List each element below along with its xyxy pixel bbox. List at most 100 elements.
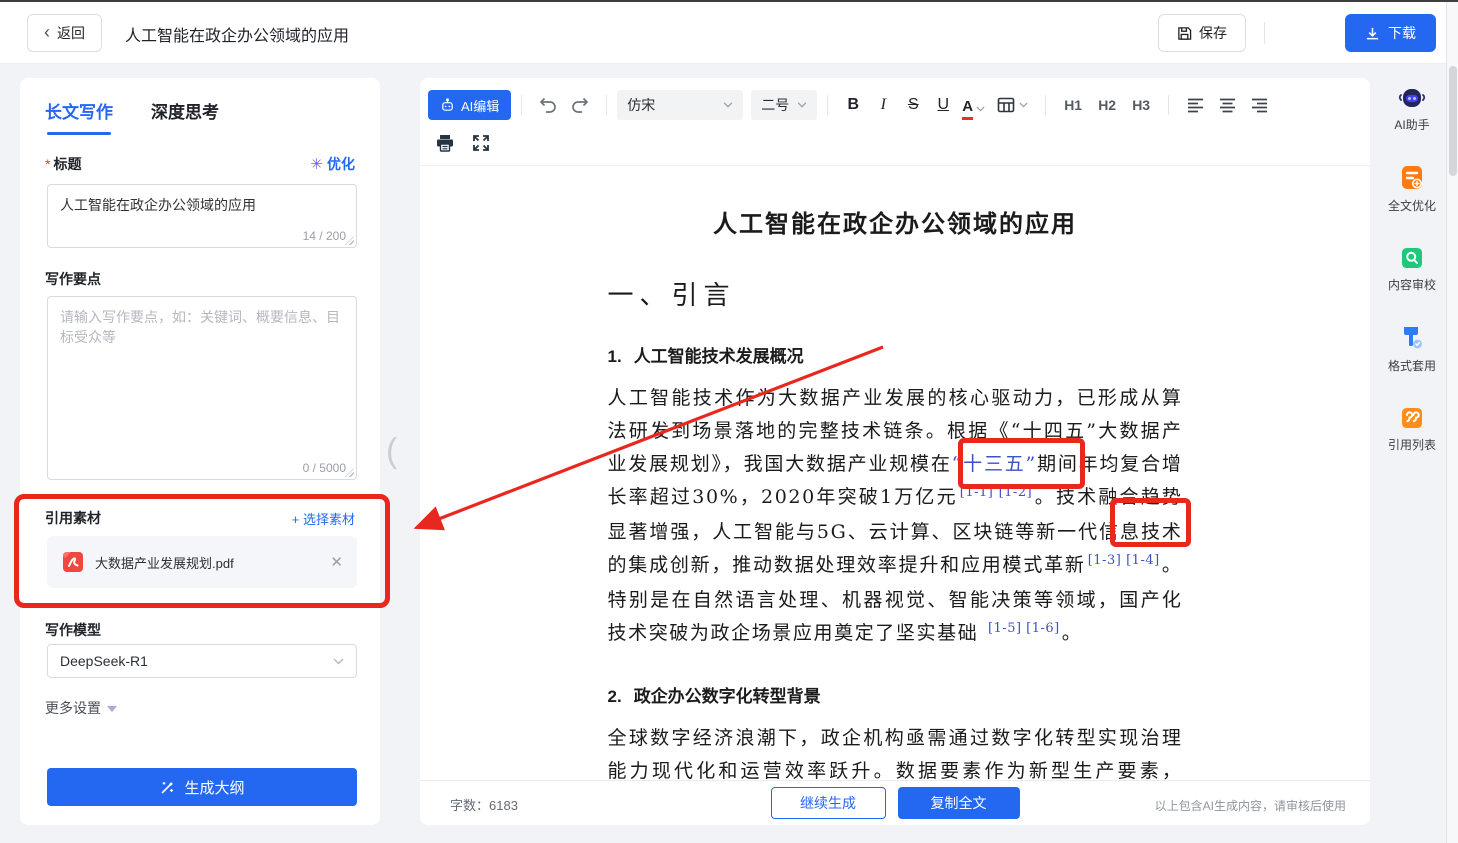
caret-down-icon [107,706,117,712]
magic-wand-icon [159,779,176,796]
fullscreen-icon[interactable] [472,134,490,152]
save-label: 保存 [1199,25,1227,41]
points-field-label: 写作要点 [45,271,101,287]
font-family-select[interactable]: 仿宋 [617,90,744,120]
ai-edit-button[interactable]: AI编辑 [428,90,512,120]
generate-outline-button[interactable]: 生成大纲 [47,768,357,806]
editor-toolbar: AI编辑 仿宋 二号 B I S U A H1 H2 H3 [420,78,1370,166]
download-icon [1365,26,1380,41]
sidebar-item-format-apply[interactable]: 格式套用 [1388,325,1436,374]
more-settings-toggle[interactable]: 更多设置 [45,698,117,718]
ai-edit-label: AI编辑 [461,98,500,114]
chevron-down-icon [723,102,733,108]
tab-long-writing[interactable]: 长文写作 [45,98,113,135]
chevron-down-icon [976,106,985,112]
chevron-left-icon: ‹ [44,22,50,42]
document-title: 人工智能在政企办公领域的应用 [713,209,1077,238]
points-input[interactable] [48,297,356,479]
sidebar-label: 内容审校 [1387,278,1436,292]
bold-button[interactable]: B [838,90,868,120]
table-button[interactable] [989,90,1035,120]
header-divider [1264,22,1265,44]
chevron-down-icon [333,657,344,665]
redo-icon[interactable] [564,90,596,120]
sidebar-label: AI助手 [1394,118,1430,132]
strikethrough-button[interactable]: S [898,90,928,120]
title-field-label: * 标题 [45,156,82,172]
material-file-item[interactable]: 大数据产业发展规划.pdf ✕ [47,536,357,588]
toolbar-divider [1045,95,1047,115]
underline-button[interactable]: U [928,90,958,120]
copy-full-text-button[interactable]: 复制全文 [897,787,1020,819]
align-left-icon[interactable] [1179,90,1211,120]
document-page[interactable]: 人工智能在政企办公领域的应用 一、引言 1. 人工智能技术发展概况 人工智能技术作… [420,166,1370,780]
sidebar-label: 全文优化 [1387,199,1436,213]
model-label: 写作模型 [45,622,101,638]
document-heading1: 一、引言 [607,281,736,311]
font-size-select[interactable]: 二号 [751,90,818,120]
back-label: 返回 [57,25,85,41]
document-paragraph: 人工智能技术作为大数据产业发展的核心驱动力，已形成从算法研发到场景落地的完整技术… [607,387,1183,644]
save-icon [1177,26,1192,41]
sidebar-item-ai-assistant[interactable]: AI助手 [1394,86,1430,133]
tab-deep-thinking[interactable]: 深度思考 [151,98,219,133]
sidebar-item-citation-list[interactable]: 引用列表 [1388,406,1436,453]
more-settings-label: 更多设置 [45,700,101,716]
continue-generate-button[interactable]: 继续生成 [770,787,886,819]
sidebar-label: 引用列表 [1387,438,1436,452]
model-value: DeepSeek-R1 [60,653,148,669]
heading1-button[interactable]: H1 [1056,90,1090,120]
italic-button[interactable]: I [868,90,898,120]
document-heading2: 1. 人工智能技术发展概况 [607,347,804,366]
sidebar-item-content-review[interactable]: 内容审校 [1388,246,1436,293]
required-asterisk: * [45,156,51,172]
select-material-button[interactable]: + 选择素材 [292,509,355,528]
generate-outline-label: 生成大纲 [184,779,245,797]
quote-icon [1400,406,1424,430]
tools-sidebar: AI助手 全文优化 内容审校 格式套用 引用列表 [1378,86,1446,453]
scrollbar-thumb[interactable] [1449,66,1457,176]
heading2-button[interactable]: H2 [1090,90,1124,120]
ai-assistant-icon [1397,86,1427,110]
optimize-button[interactable]: ✳ 优化 [310,154,355,174]
remove-file-icon[interactable]: ✕ [330,553,343,571]
editor-footer: 字数：6183 继续生成 复制全文 以上包含AI生成内容，请审核后使用 [420,780,1370,825]
heading3-button[interactable]: H3 [1124,90,1158,120]
ai-content-notice: 以上包含AI生成内容，请审核后使用 [1154,799,1346,813]
panel-tabs: 长文写作 深度思考 [45,98,219,135]
back-button[interactable]: ‹ 返回 [27,14,102,52]
sidebar-item-full-text-optimize[interactable]: 全文优化 [1388,165,1436,214]
title-input-wrap: 人工智能在政企办公领域的应用 14 / 200 [47,184,357,248]
document-paragraph: 全球数字经济浪潮下，政企机构亟需通过数字化转型实现治理能力现代化和运营效率跃升。… [607,727,1183,780]
material-file-name: 大数据产业发展规划.pdf [95,555,234,571]
print-icon[interactable] [436,134,454,152]
sidebar-label: 格式套用 [1387,359,1436,373]
format-brush-icon [1400,325,1424,351]
materials-label: 引用素材 [45,510,101,526]
download-button[interactable]: 下载 [1345,14,1436,52]
editor-card: AI编辑 仿宋 二号 B I S U A H1 H2 H3 人工智能在政企办公领… [420,78,1370,825]
align-center-icon[interactable] [1211,90,1243,120]
toolbar-divider [827,95,829,115]
model-select[interactable]: DeepSeek-R1 [47,644,357,678]
content-review-icon [1400,246,1424,270]
align-right-icon[interactable] [1243,90,1275,120]
robot-icon [440,97,455,113]
page-scrollbar[interactable] [1446,0,1458,843]
writing-settings-panel: 长文写作 深度思考 * 标题 ✳ 优化 人工智能在政企办公领域的应用 14 / 2… [20,78,380,825]
points-input-wrap: 0 / 5000 [47,296,357,480]
optimize-label: 优化 [327,156,355,172]
save-button[interactable]: 保存 [1158,14,1246,52]
toolbar-divider [606,95,608,115]
undo-icon[interactable] [532,90,564,120]
toolbar-divider [1168,95,1170,115]
font-color-button[interactable]: A [958,90,989,120]
chevron-down-icon [797,102,807,108]
points-char-counter: 0 / 5000 [302,461,346,475]
font-size-value: 二号 [761,97,790,113]
title-char-counter: 14 / 200 [302,229,346,243]
pdf-file-icon [61,550,85,574]
window-top-edge [0,0,1458,2]
panel-collapse-handle[interactable]: ( [386,432,397,471]
optimize-doc-icon [1400,165,1424,191]
